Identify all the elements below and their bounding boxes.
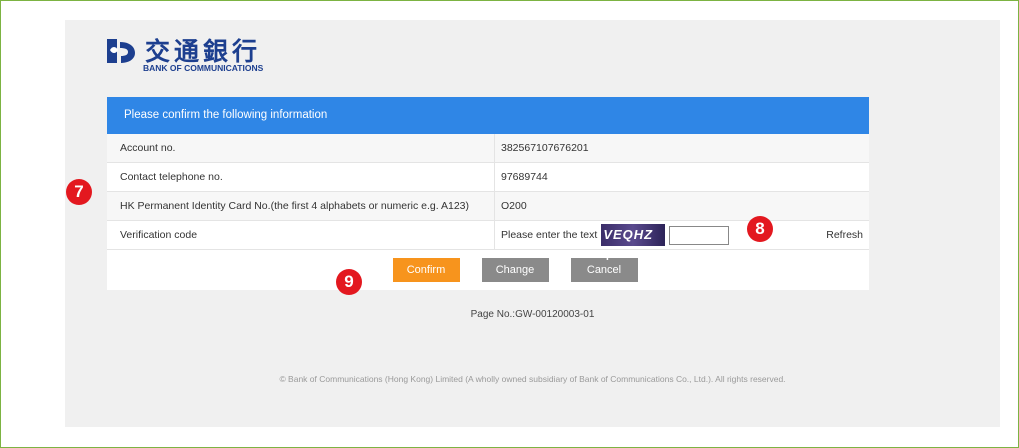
account-no-value: 382567107676201 xyxy=(494,134,869,163)
telephone-value: 97689744 xyxy=(494,162,869,192)
verification-code-label: Verification code xyxy=(107,220,495,250)
bank-logo-icon xyxy=(107,39,135,63)
page-number: Page No.:GW-00120003-01 xyxy=(470,309,595,320)
action-buttons: Confirm Change Cancel xyxy=(107,250,869,290)
account-no-label: Account no. xyxy=(107,134,495,163)
confirm-button[interactable]: Confirm xyxy=(392,258,460,282)
table-row: Contact telephone no. 97689744 xyxy=(107,162,869,192)
bank-name-english: BANK OF COMMUNICATIONS xyxy=(143,63,264,73)
hkid-label: HK Permanent Identity Card No.(the first… xyxy=(107,191,495,221)
annotation-badge-9: 9 xyxy=(336,269,362,295)
refresh-link[interactable]: Refresh xyxy=(826,229,863,241)
bank-logo: 交通銀行 BANK OF COMMUNICATIONS xyxy=(103,32,323,74)
annotation-badge-7: 7 xyxy=(66,179,92,205)
telephone-label: Contact telephone no. xyxy=(107,162,495,192)
panel-header: Please confirm the following information xyxy=(107,97,869,134)
page-container: 交通銀行 BANK OF COMMUNICATIONS Please confi… xyxy=(65,20,1000,427)
verification-code-cell: Please enter the text VEQHZ + Refresh xyxy=(494,220,869,264)
table-row: Account no. 382567107676201 xyxy=(107,134,869,163)
hkid-value: O200 xyxy=(494,191,869,221)
verification-prompt: Please enter the text xyxy=(501,229,598,241)
change-button[interactable]: Change xyxy=(481,258,549,282)
copyright-footer: © Bank of Communications (Hong Kong) Lim… xyxy=(279,374,786,384)
confirmation-panel: Please confirm the following information… xyxy=(107,97,869,290)
verification-code-input[interactable] xyxy=(669,225,730,245)
captcha-image: VEQHZ + xyxy=(601,224,666,264)
annotation-badge-8: 8 xyxy=(747,216,773,242)
